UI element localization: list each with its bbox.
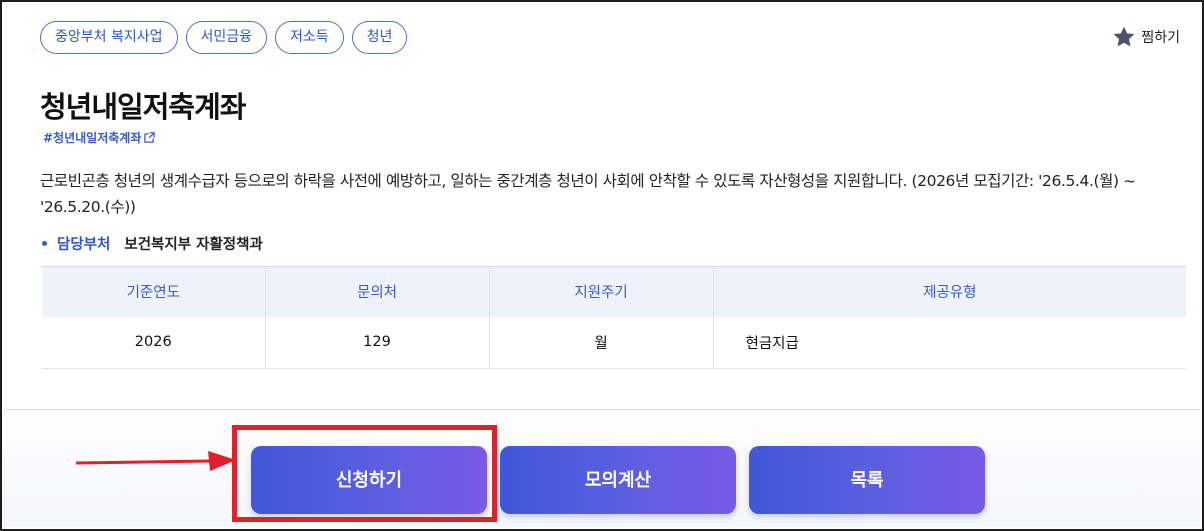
simulate-button[interactable]: 모의계산 xyxy=(500,446,736,514)
header-contact: 문의처 xyxy=(265,266,490,317)
external-link-icon xyxy=(144,132,156,143)
arrow-icon xyxy=(76,451,236,471)
star-icon xyxy=(1114,26,1135,47)
header-base-year: 기준연도 xyxy=(42,266,266,317)
table-header-row: 기준연도 문의처 지원주기 제공유형 xyxy=(42,266,1186,317)
bullet-icon xyxy=(42,241,47,246)
tag-youth[interactable]: 청년 xyxy=(351,21,408,54)
favorite-button[interactable]: 찜하기 xyxy=(1111,24,1180,50)
cell-provision-type: 현금지급 xyxy=(713,316,1186,369)
department-row: 담당부처 보건복지부 자활정책과 xyxy=(42,233,263,254)
cell-base-year: 2026 xyxy=(42,316,266,369)
favorite-label: 찜하기 xyxy=(1141,30,1180,46)
list-button[interactable]: 목록 xyxy=(749,446,985,514)
header-provision-type: 제공유형 xyxy=(713,266,1186,317)
page-frame: 중앙부처 복지사업 서민금융 저소득 청년 찜하기 청년내일저축계좌 #청년내일… xyxy=(0,0,1204,531)
tag-low-income[interactable]: 저소득 xyxy=(275,21,344,54)
header-support-cycle: 지원주기 xyxy=(489,266,714,317)
tag-central-welfare[interactable]: 중앙부처 복지사업 xyxy=(40,21,178,54)
department-value: 보건복지부 자활정책과 xyxy=(124,237,263,253)
table-row: 2026 129 월 현금지급 xyxy=(42,316,1186,369)
tag-finance[interactable]: 서민금융 xyxy=(185,21,268,54)
cell-contact: 129 xyxy=(265,316,490,369)
service-description: 근로빈곤층 청년의 생계수급자 등으로의 하락을 사전에 예방하고, 일하는 중… xyxy=(40,172,1136,216)
info-table: 기준연도 문의처 지원주기 제공유형 2026 129 월 현금지급 xyxy=(42,266,1186,369)
hashtag-text: #청년내일저축계좌 xyxy=(43,131,142,145)
tag-list: 중앙부처 복지사업 서민금융 저소득 청년 xyxy=(40,21,408,54)
highlight-box xyxy=(232,425,497,522)
hashtag-link[interactable]: #청년내일저축계좌 xyxy=(43,129,156,146)
department-label: 담당부처 xyxy=(57,237,111,253)
page-title: 청년내일저축계좌 xyxy=(40,90,246,124)
cell-support-cycle: 월 xyxy=(489,316,714,369)
